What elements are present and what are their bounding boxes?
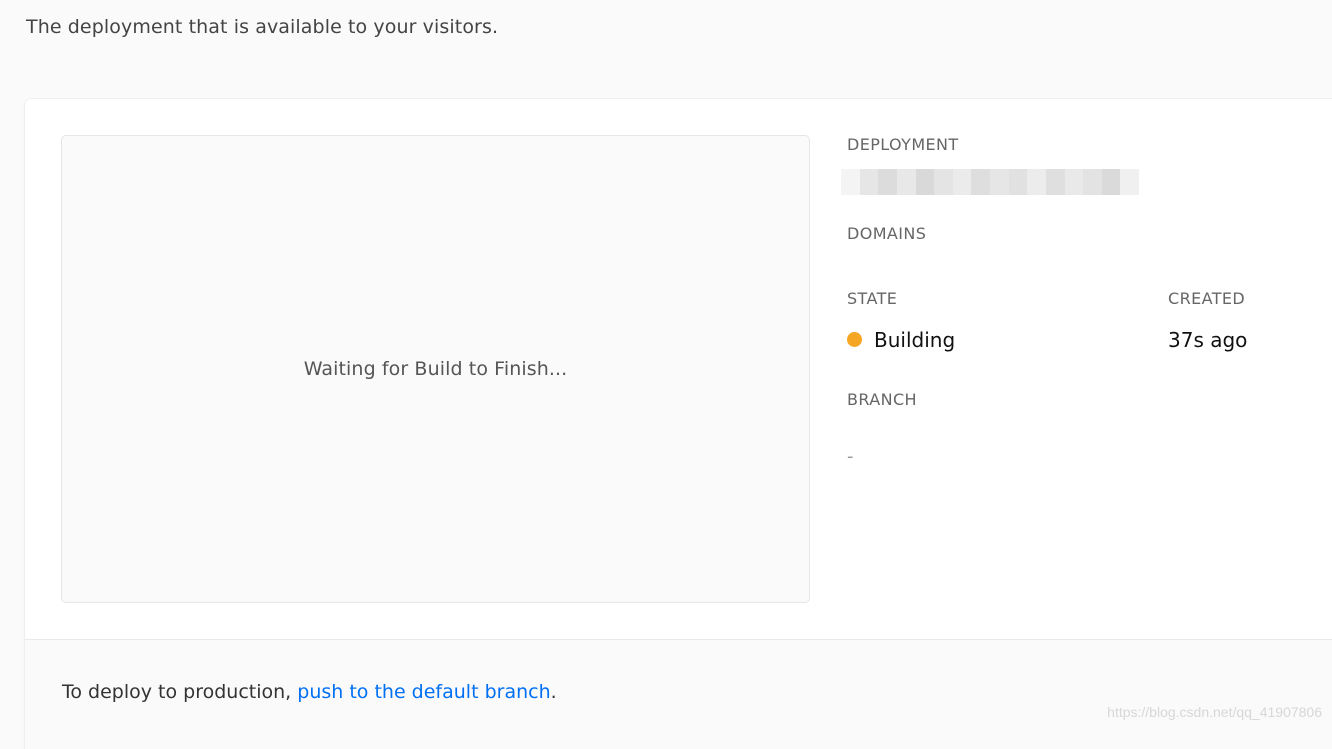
created-value: 37s ago: [1168, 328, 1248, 352]
branch-label: BRANCH: [847, 390, 917, 409]
deployment-label: DEPLOYMENT: [847, 135, 959, 154]
created-label: CREATED: [1168, 289, 1246, 308]
production-deployment-card: Waiting for Build to Finish... DEPLOYMEN…: [25, 99, 1332, 749]
domains-label: DOMAINS: [847, 224, 927, 243]
building-status-dot-icon: [847, 332, 862, 347]
state-value: Building: [874, 328, 956, 352]
page-subtitle: The deployment that is available to your…: [26, 16, 499, 38]
branch-value: -: [847, 446, 854, 467]
footer-hint: To deploy to production, push to the def…: [62, 681, 557, 703]
preview-status-message: Waiting for Build to Finish...: [303, 358, 568, 380]
push-to-default-branch-link[interactable]: push to the default branch: [297, 681, 550, 703]
state-label: STATE: [847, 289, 898, 308]
deployment-preview[interactable]: Waiting for Build to Finish...: [61, 135, 810, 603]
watermark: https://blog.csdn.net/qq_41907806: [1107, 704, 1322, 720]
footer-text-suffix: .: [550, 681, 557, 703]
deployment-url-redacted: [841, 169, 1139, 195]
footer-text-prefix: To deploy to production,: [62, 681, 298, 703]
